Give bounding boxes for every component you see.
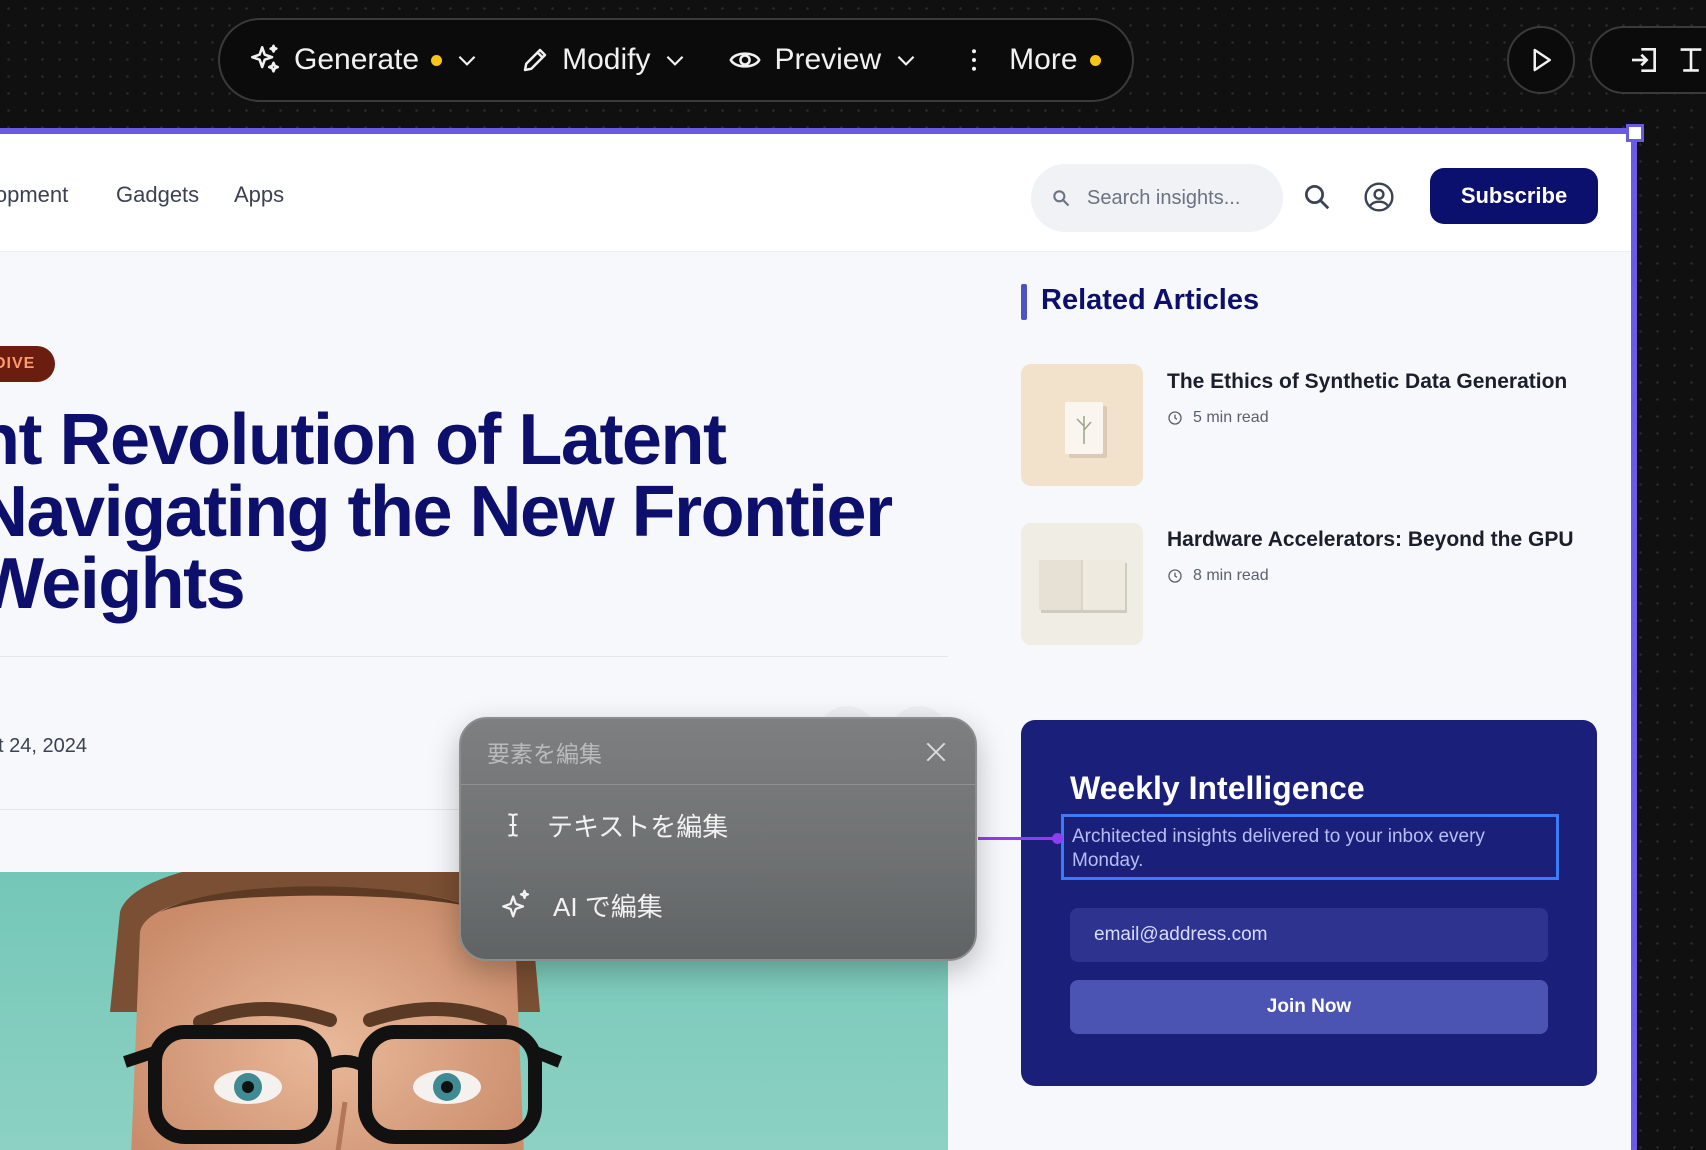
generate-label: Generate (294, 43, 420, 76)
email-field[interactable]: email@address.com (1070, 908, 1548, 962)
newsletter-title: Weekly Intelligence (1070, 770, 1365, 806)
nav-link-gadgets[interactable]: Gadgets (116, 182, 199, 208)
search-placeholder: Search insights... (1087, 186, 1241, 209)
user-account-icon[interactable] (1363, 181, 1395, 213)
chevron-down-icon (667, 55, 684, 66)
play-icon (1533, 48, 1551, 72)
related-article-title[interactable]: Hardware Accelerators: Beyond the GPU (1167, 528, 1574, 552)
related-articles-heading: Related Articles (1041, 284, 1260, 316)
edit-with-ai-menu-item[interactable]: AI で編集 (461, 865, 975, 945)
read-time-label: 5 min read (1193, 409, 1269, 426)
read-time: 8 min read (1167, 567, 1269, 585)
selection-connector-dot (1052, 833, 1063, 844)
nav-link-development[interactable]: lopment (0, 182, 68, 208)
search-input[interactable]: Search insights... (1031, 164, 1283, 232)
modify-label: Modify (562, 43, 651, 76)
modify-menu-button[interactable]: Modify (520, 43, 688, 77)
more-vertical-icon (972, 49, 977, 71)
sparkles-icon (250, 44, 280, 73)
more-status-dot (1089, 54, 1101, 66)
join-now-button[interactable]: Join Now (1070, 980, 1548, 1034)
more-menu-button[interactable]: More (959, 43, 1101, 77)
search-icon[interactable] (1302, 182, 1332, 212)
category-badge: DIVE (0, 346, 56, 382)
book-illustration (1039, 560, 1127, 613)
read-time: 5 min read (1167, 409, 1269, 427)
edit-text-label: テキストを編集 (547, 811, 729, 842)
sign-in-icon (1632, 48, 1656, 72)
edit-ai-label: AI で編集 (553, 891, 663, 922)
preview-menu-button[interactable]: Preview (728, 43, 919, 77)
popup-header: 要素を編集 (461, 719, 975, 785)
headline-line: Weights (0, 544, 246, 624)
article-thumbnail[interactable] (1021, 364, 1143, 486)
article-headline[interactable]: nt Revolution of Latent Navigating the N… (0, 404, 956, 620)
clock-icon (1168, 411, 1182, 425)
search-icon (1053, 190, 1070, 207)
editor-toolbar: Generate Modify Preview More (218, 18, 1134, 102)
chevron-down-icon (458, 55, 476, 66)
resize-handle[interactable] (1626, 124, 1644, 142)
pencil-icon (523, 48, 547, 72)
generate-status-dot (431, 54, 443, 66)
site-header: lopment Gadgets Apps Search insights... … (0, 134, 1631, 252)
section-accent-bar (1021, 284, 1027, 320)
read-time-label: 8 min read (1193, 567, 1269, 584)
text-cursor-icon (508, 813, 518, 837)
related-article-title[interactable]: The Ethics of Synthetic Data Generation (1167, 370, 1567, 394)
chevron-down-icon (897, 55, 915, 66)
nav-link-apps[interactable]: Apps (234, 182, 284, 208)
edit-element-popup: 要素を編集 テキストを編集 AI で編集 (459, 717, 977, 961)
clock-icon (1168, 569, 1182, 583)
more-label: More (1009, 43, 1078, 76)
eye-icon (729, 52, 762, 68)
subscribe-button[interactable]: Subscribe (1430, 168, 1598, 224)
export-button[interactable] (1590, 26, 1706, 94)
play-button[interactable] (1507, 26, 1575, 94)
selection-connector (978, 837, 1058, 840)
article-thumbnail[interactable] (1021, 523, 1143, 645)
headline-line: nt Revolution of Latent (0, 400, 727, 480)
generate-menu-button[interactable]: Generate (248, 43, 480, 77)
card-illustration (1065, 402, 1107, 458)
sparkles-icon (502, 889, 530, 918)
newsletter-card: Weekly Intelligence Architected insights… (1021, 720, 1597, 1086)
edit-text-menu-item[interactable]: テキストを編集 (461, 785, 975, 865)
close-icon[interactable] (923, 739, 949, 765)
newsletter-description-selected[interactable]: Architected insights delivered to your i… (1061, 814, 1559, 880)
preview-label: Preview (774, 43, 882, 76)
headline-line: Navigating the New Frontier (0, 472, 893, 552)
publish-date: ct 24, 2024 (0, 735, 87, 757)
divider (0, 656, 948, 657)
text-cursor-icon (1680, 48, 1702, 72)
popup-title: 要素を編集 (487, 740, 602, 767)
design-canvas-frame[interactable]: lopment Gadgets Apps Search insights... … (0, 128, 1637, 1150)
